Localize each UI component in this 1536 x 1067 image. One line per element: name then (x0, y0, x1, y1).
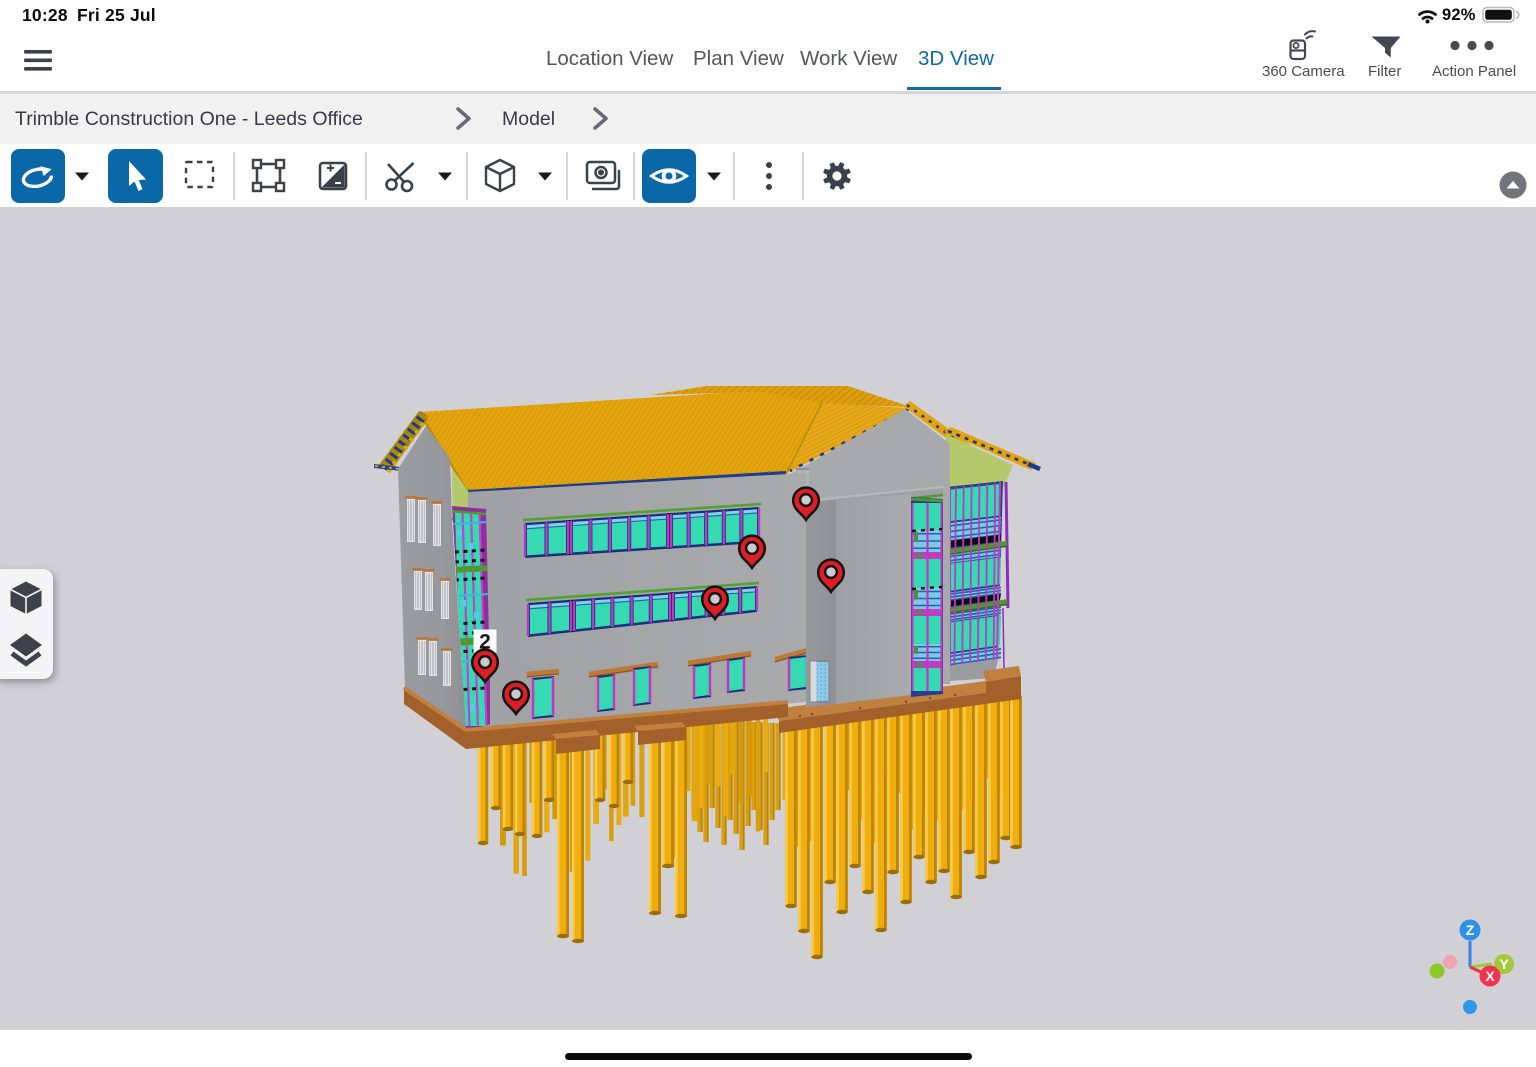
svg-text:X: X (1485, 968, 1495, 984)
svg-text:Y: Y (1499, 956, 1509, 972)
svg-text:Z: Z (1466, 922, 1475, 938)
